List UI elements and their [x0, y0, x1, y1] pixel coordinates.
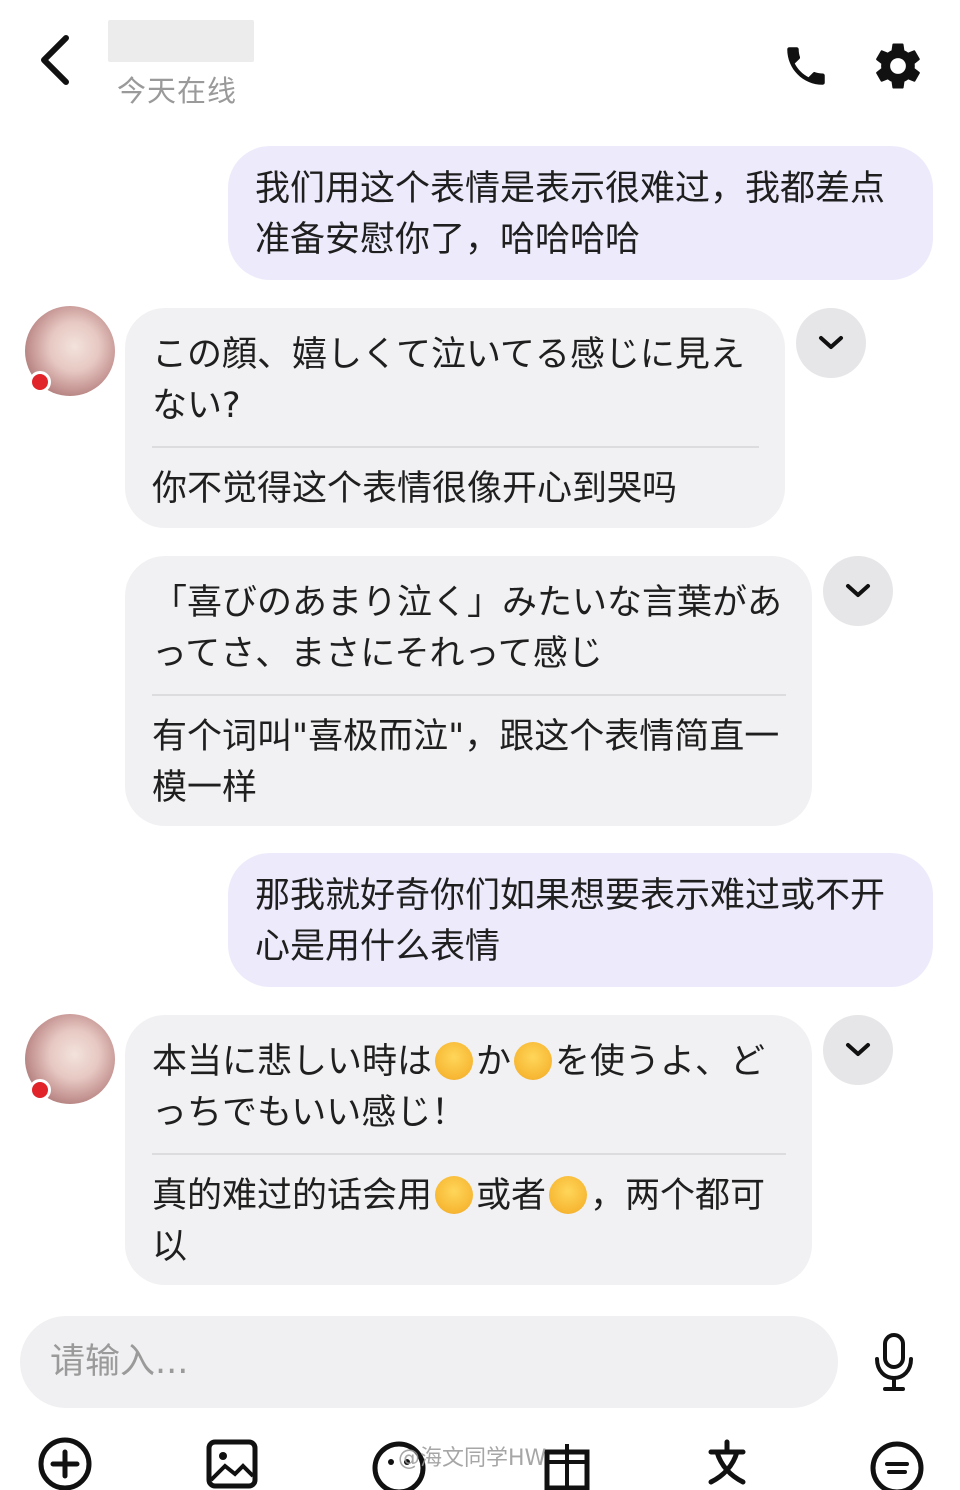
message-bubble-incoming[interactable]: 本当に悲しい時はかを使うよ、どっちでもいい感じ！ 真的难过的话会用 或者 ，两个都可… [125, 1015, 812, 1285]
text-segment: 或者 [476, 1176, 547, 1216]
pleading-face-icon [435, 1176, 474, 1214]
message-options-button[interactable] [796, 308, 866, 378]
message-options-button[interactable] [823, 1015, 893, 1085]
chevron-left-icon [41, 35, 69, 85]
message-translation-text: 有个词叫"喜极而泣"，跟这个表情简直一模一样 [152, 717, 780, 808]
pensive-face-icon [514, 1042, 553, 1080]
message-input[interactable] [20, 1316, 838, 1408]
message-bubble-outgoing[interactable]: 我们用这个表情是表示很难过，我都差点准备安慰你了，哈哈哈哈 [228, 146, 933, 280]
microphone-icon [875, 1333, 913, 1391]
pleading-face-icon [435, 1042, 474, 1080]
text-segment: か [476, 1042, 512, 1082]
translation-divider [152, 1153, 786, 1155]
text-segment: 真的难过的话会用 [152, 1176, 433, 1216]
chevron-down-icon [819, 336, 843, 349]
message-text: 那我就好奇你们如果想要表示难过或不开心是用什么表情 [255, 876, 886, 967]
message-translation-text: 真的难过的话会用 或者 ，两个都可以 [152, 1171, 786, 1273]
voice-button[interactable] [858, 1326, 930, 1398]
menu-button[interactable] [862, 1430, 932, 1490]
message-original-text: 本当に悲しい時はかを使うよ、どっちでもいい感じ！ [152, 1037, 786, 1139]
image-button[interactable] [196, 1430, 266, 1490]
online-status: 今天在线 [117, 74, 238, 108]
translate-icon [708, 1439, 746, 1485]
online-indicator [29, 371, 51, 393]
avatar[interactable] [25, 1014, 115, 1104]
add-icon [38, 1437, 92, 1490]
message-text: 我们用这个表情是表示很难过，我都差点准备安慰你了，哈哈哈哈 [255, 169, 886, 260]
text-segment: 本当に悲しい時は [152, 1042, 433, 1082]
back-button[interactable] [22, 28, 86, 92]
message-original-text: この顔、嬉しくて泣いてる感じに見えない? [152, 335, 745, 426]
settings-button[interactable] [862, 30, 934, 102]
translation-divider [152, 446, 759, 448]
chevron-down-icon [846, 584, 870, 597]
translate-button[interactable] [698, 1430, 768, 1490]
message-bubble-outgoing[interactable]: 那我就好奇你们如果想要表示难过或不开心是用什么表情 [228, 853, 933, 987]
image-icon [206, 1439, 258, 1489]
watermark: @海文同学HW [398, 1446, 547, 1471]
message-bubble-incoming[interactable]: 「喜びのあまり泣く」みたいな言葉があってさ、まさにそれって感じ 有个词叫"喜极而… [125, 556, 812, 826]
message-original-text: 「喜びのあまり泣く」みたいな言葉があってさ、まさにそれって感じ [152, 583, 783, 674]
contact-name-redacted [108, 20, 254, 62]
gear-icon [876, 43, 920, 89]
chevron-down-icon [846, 1043, 870, 1056]
pensive-face-icon [549, 1176, 588, 1214]
message-bubble-incoming[interactable]: この顔、嬉しくて泣いてる感じに見えない? 你不觉得这个表情很像开心到哭吗 [125, 308, 785, 528]
avatar[interactable] [25, 306, 115, 396]
translation-divider [152, 694, 786, 696]
call-button[interactable] [770, 30, 842, 102]
add-button[interactable] [30, 1430, 100, 1490]
message-translation-text: 你不觉得这个表情很像开心到哭吗 [152, 469, 678, 509]
message-options-button[interactable] [823, 556, 893, 626]
online-indicator [29, 1079, 51, 1101]
menu-icon [870, 1441, 924, 1490]
phone-icon [787, 47, 825, 85]
